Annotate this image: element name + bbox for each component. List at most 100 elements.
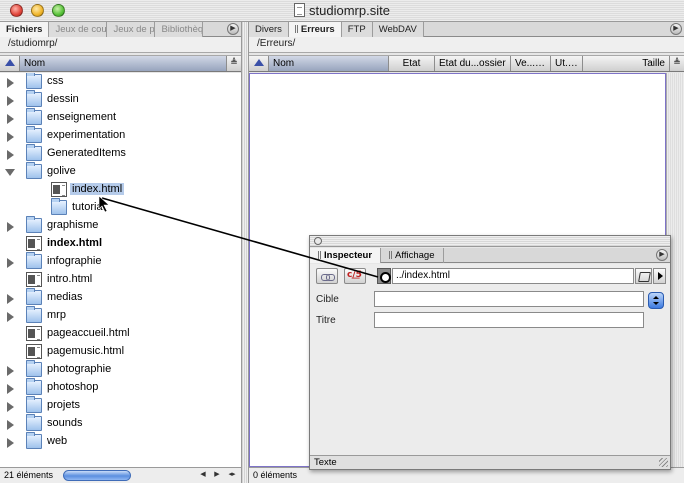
- tab-inspector[interactable]: Inspecteur: [310, 248, 382, 263]
- column-options-icon[interactable]: ≜: [670, 56, 684, 71]
- list-item[interactable]: dessin: [0, 90, 241, 109]
- target-label: Cible: [316, 294, 339, 305]
- tab-ftp[interactable]: FTP: [341, 22, 373, 37]
- disclosure-triangle-icon[interactable]: [7, 366, 14, 376]
- create-link-button[interactable]: [316, 268, 338, 284]
- list-item[interactable]: medias: [0, 288, 241, 307]
- site-document-icon: [294, 3, 306, 17]
- list-item[interactable]: experimentation: [0, 126, 241, 145]
- list-item[interactable]: infographie: [0, 252, 241, 271]
- tab-colors[interactable]: Jeux de couleurs: [49, 22, 108, 37]
- folder-icon: [26, 73, 42, 89]
- scroll-right-icon[interactable]: ▶: [211, 469, 223, 481]
- disclosure-triangle-icon[interactable]: [7, 420, 14, 430]
- tab-view[interactable]: Affichage: [381, 248, 444, 263]
- disclosure-triangle-icon[interactable]: [7, 150, 14, 160]
- column-version[interactable]: Ve...ge: [511, 56, 551, 71]
- files-tab-bar: Fichiers Jeux de couleurs Jeux de police…: [0, 22, 241, 37]
- extras-tab-bar: Divers Erreurs FTP WebDAV: [249, 22, 684, 37]
- disclosure-triangle-icon[interactable]: [7, 294, 14, 304]
- list-item[interactable]: pagemusic.html: [0, 343, 241, 361]
- tab-errors[interactable]: Erreurs: [288, 22, 342, 37]
- list-item[interactable]: pageaccueil.html: [0, 325, 241, 343]
- tab-misc[interactable]: Divers: [249, 22, 289, 37]
- files-pane-menu-button[interactable]: ▶: [227, 23, 239, 35]
- folder-icon: [26, 126, 42, 143]
- disclosure-triangle-icon[interactable]: [7, 222, 14, 232]
- list-item[interactable]: mrp: [0, 306, 241, 325]
- split-pane-icon[interactable]: ◂▸: [226, 469, 238, 481]
- tab-grip-icon: [318, 251, 321, 259]
- html-file-icon: [26, 236, 42, 251]
- target-field[interactable]: [374, 291, 644, 307]
- scroll-left-icon[interactable]: ◀: [197, 469, 209, 481]
- remove-link-button[interactable]: c/͟5: [344, 268, 366, 284]
- list-item-label: infographie: [47, 255, 102, 267]
- list-item[interactable]: sounds: [0, 414, 241, 433]
- inspector-palette: Inspecteur Affichage ▶ c/͟5 ../index.htm…: [309, 235, 671, 470]
- point-and-shoot-icon[interactable]: [377, 268, 391, 284]
- list-item[interactable]: GeneratedItems: [0, 144, 241, 163]
- column-state[interactable]: Etat: [389, 56, 435, 71]
- horizontal-scroll-thumb[interactable]: [63, 470, 131, 481]
- disclosure-triangle-icon[interactable]: [7, 402, 14, 412]
- list-item[interactable]: golive: [0, 162, 241, 181]
- link-menu-arrow-icon[interactable]: [653, 268, 666, 284]
- disclosure-triangle-icon[interactable]: [7, 114, 14, 124]
- folder-icon: [26, 432, 42, 449]
- column-size[interactable]: Taille: [583, 56, 670, 71]
- list-item[interactable]: web: [0, 432, 241, 451]
- pane-splitter[interactable]: [241, 22, 249, 483]
- inspector-menu-button[interactable]: ▶: [656, 249, 668, 261]
- folder-icon: [26, 378, 42, 395]
- list-item[interactable]: graphisme: [0, 216, 241, 235]
- column-used[interactable]: Ut...é: [551, 56, 583, 71]
- browse-folder-icon[interactable]: [635, 268, 652, 284]
- link-url-field[interactable]: ../index.html: [392, 268, 634, 284]
- list-item-label: web: [47, 435, 68, 447]
- list-item[interactable]: intro.html: [0, 271, 241, 289]
- disclosure-triangle-icon[interactable]: [7, 78, 14, 88]
- list-item[interactable]: projets: [0, 396, 241, 415]
- disclosure-triangle-icon[interactable]: [7, 258, 14, 268]
- column-name[interactable]: Nom: [269, 56, 389, 71]
- list-item-label: projets: [47, 399, 81, 411]
- inspector-close-button[interactable]: [314, 237, 322, 245]
- disclosure-triangle-icon[interactable]: [7, 384, 14, 394]
- tab-inspector-label: Inspecteur: [324, 250, 373, 261]
- title-field[interactable]: [374, 312, 644, 328]
- disclosure-triangle-icon[interactable]: [7, 312, 14, 322]
- sort-ascending-icon: [253, 59, 264, 66]
- sort-direction-button[interactable]: [0, 56, 20, 71]
- files-count: 21 éléments: [4, 470, 54, 480]
- list-item-selected[interactable]: index.html: [0, 181, 241, 199]
- inspector-title-bar[interactable]: [310, 236, 670, 247]
- disclosure-triangle-icon[interactable]: [7, 132, 14, 142]
- list-item[interactable]: index.html: [0, 235, 241, 253]
- target-popup-stepper[interactable]: [648, 292, 664, 309]
- column-name[interactable]: Nom: [20, 56, 227, 71]
- list-item[interactable]: css: [0, 73, 241, 91]
- list-item[interactable]: enseignement: [0, 108, 241, 127]
- list-item[interactable]: tutorial: [0, 198, 241, 217]
- list-item-label: medias: [47, 291, 83, 303]
- resize-grip-icon[interactable]: [659, 458, 668, 467]
- column-folder-state[interactable]: Etat du...ossier: [435, 56, 511, 71]
- list-item-label: GeneratedItems: [47, 147, 126, 159]
- extras-pane-menu-button[interactable]: ▶: [670, 23, 682, 35]
- tab-webdav[interactable]: WebDAV: [372, 22, 424, 37]
- inspector-footer-label: Texte: [314, 457, 337, 468]
- inspector-tab-bar: Inspecteur Affichage: [310, 248, 670, 263]
- list-item[interactable]: photographie: [0, 360, 241, 379]
- tab-fonts[interactable]: Jeux de polices: [107, 22, 156, 37]
- column-options-icon[interactable]: ≜: [227, 56, 241, 71]
- list-item-label: index.html: [47, 237, 103, 249]
- disclosure-triangle-icon[interactable]: [7, 438, 14, 448]
- sort-direction-button[interactable]: [249, 56, 269, 71]
- disclosure-triangle-icon[interactable]: [7, 96, 14, 106]
- list-item[interactable]: photoshop: [0, 378, 241, 397]
- tab-library[interactable]: Bibliothèque: [155, 22, 204, 37]
- folder-icon: [26, 288, 42, 305]
- disclosure-triangle-open-icon[interactable]: [5, 169, 15, 176]
- tab-files[interactable]: Fichiers: [0, 22, 50, 37]
